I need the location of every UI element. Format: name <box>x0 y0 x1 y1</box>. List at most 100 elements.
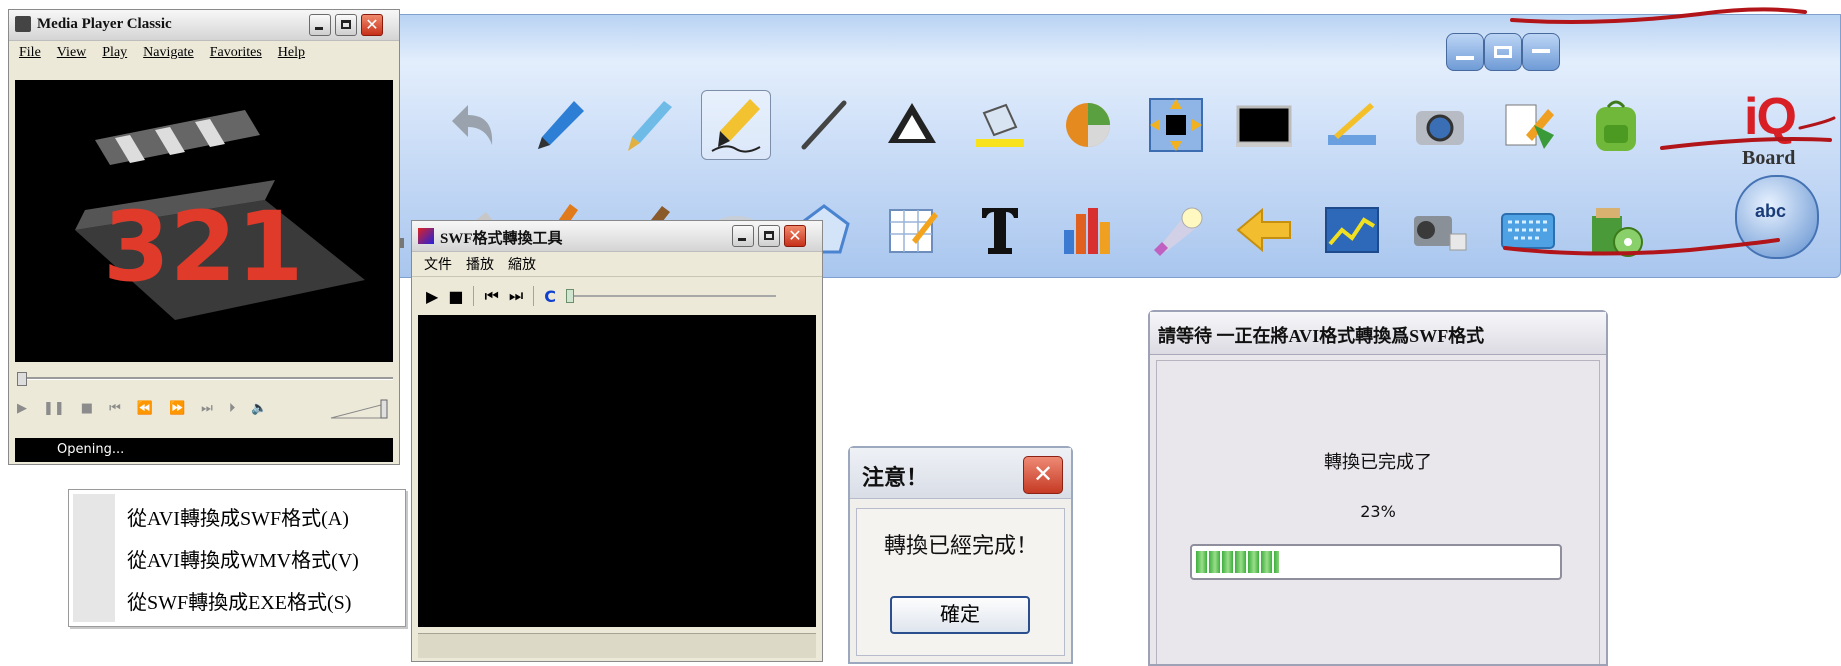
menu-item-avi-to-wmv[interactable]: 從AVI轉換成WMV格式(V) <box>127 544 359 573</box>
next-icon[interactable]: ⏭ <box>201 401 213 416</box>
progress-title: 請等待 一正在將AVI格式轉換爲SWF格式 <box>1158 326 1485 346</box>
line-icon[interactable] <box>789 90 859 160</box>
video-camera-icon[interactable] <box>1405 195 1475 265</box>
logo-iq-text: iQ <box>1744 88 1797 146</box>
triangle-icon[interactable] <box>877 90 947 160</box>
menu-icon-gutter <box>73 494 115 622</box>
mpc-logo-image: 321 <box>75 110 365 320</box>
mpc-menu-help[interactable]: Help <box>278 45 305 61</box>
swf-converter-window: SWF格式轉換工具 ✕ 文件 播放 縮放 ▶ ■ ⏮ ⏭ C <box>411 220 823 662</box>
rewind-icon[interactable]: ⏪ <box>137 401 153 416</box>
media-disc-icon[interactable] <box>1581 195 1651 265</box>
swf-menu-zoom[interactable]: 縮放 <box>508 254 536 274</box>
toolbar-row-1 <box>391 75 1669 175</box>
toolbar-restore-button[interactable] <box>1484 33 1522 71</box>
progress-dialog: 請等待 一正在將AVI格式轉換爲SWF格式 轉換已完成了 23% <box>1148 310 1608 666</box>
mpc-menu-file[interactable]: File <box>19 45 41 61</box>
spotlight-icon[interactable] <box>1141 195 1211 265</box>
next-icon[interactable]: ⏭ <box>509 286 523 306</box>
back-arrow-icon[interactable] <box>1229 195 1299 265</box>
stop-icon[interactable]: ■ <box>448 287 463 306</box>
swf-title-bar[interactable]: SWF格式轉換工具 ✕ <box>412 221 822 252</box>
fast-forward-icon[interactable]: ⏩ <box>169 401 185 416</box>
progress-bar <box>1190 544 1562 580</box>
swf-minimize-button[interactable] <box>732 225 754 247</box>
mpc-status-bar: Opening... <box>15 438 393 462</box>
undo-icon[interactable] <box>437 90 507 160</box>
mpc-title-bar[interactable]: Media Player Classic ✕ <box>9 10 399 41</box>
backpack-icon[interactable] <box>1581 90 1651 160</box>
frame-step-icon[interactable]: ⏵ <box>229 401 236 416</box>
text-tool-icon[interactable] <box>965 195 1035 265</box>
progress-bar-fill <box>1196 551 1279 573</box>
toolbar-close-button[interactable] <box>1522 33 1560 71</box>
toolbar-minimize-button[interactable] <box>1446 33 1484 71</box>
bar-chart-icon[interactable] <box>1053 195 1123 265</box>
logo-board-text: Board <box>1742 147 1796 169</box>
swf-maximize-button[interactable] <box>758 225 780 247</box>
mpc-close-button[interactable]: ✕ <box>361 14 383 36</box>
brush-pen-icon[interactable] <box>613 90 683 160</box>
play-icon[interactable]: ▶ <box>17 401 27 416</box>
swf-slider-thumb[interactable] <box>566 289 574 303</box>
pause-icon[interactable]: ❚❚ <box>43 401 65 416</box>
media-player-classic-window: Media Player Classic ✕ File View Play Na… <box>8 9 400 465</box>
mpc-menu-navigate[interactable]: Navigate <box>143 45 194 61</box>
notice-message: 轉換已經完成！ <box>884 534 1039 559</box>
camera-icon[interactable] <box>1405 90 1475 160</box>
menu-item-avi-to-swf[interactable]: 從AVI轉換成SWF格式(A) <box>127 502 349 531</box>
paint-bucket-icon[interactable] <box>965 90 1035 160</box>
mpc-seek-bar[interactable] <box>17 372 393 386</box>
iq-board-logo: iQ Board <box>1736 87 1826 177</box>
mpc-maximize-button[interactable] <box>335 14 357 36</box>
swf-position-slider[interactable] <box>566 289 776 303</box>
ruler-edit-icon[interactable] <box>1317 90 1387 160</box>
notice-ok-button[interactable]: 確定 <box>890 596 1030 634</box>
mpc-menu-view[interactable]: View <box>57 45 86 61</box>
abc-label: abc <box>1755 201 1787 221</box>
line-graph-icon[interactable] <box>1317 195 1387 265</box>
screen-black-icon[interactable] <box>1229 90 1299 160</box>
swf-close-button[interactable]: ✕ <box>784 225 806 247</box>
mpc-title: Media Player Classic <box>37 16 172 32</box>
progress-title-bar[interactable]: 請等待 一正在將AVI格式轉換爲SWF格式 <box>1150 312 1606 355</box>
convert-context-menu: 從AVI轉換成SWF格式(A) 從AVI轉換成WMV格式(V) 從SWF轉換成E… <box>68 489 406 627</box>
previous-icon[interactable]: ⏮ <box>109 401 121 416</box>
reload-icon[interactable]: C <box>544 287 556 306</box>
mpc-seek-thumb[interactable] <box>17 372 27 386</box>
document-pen-icon[interactable] <box>1493 90 1563 160</box>
previous-icon[interactable]: ⏮ <box>484 286 498 306</box>
swf-status-bar <box>418 633 816 658</box>
play-icon[interactable]: ▶ <box>426 287 438 306</box>
mpc-volume-slider[interactable] <box>329 398 389 420</box>
notice-close-button[interactable]: ✕ <box>1023 456 1063 494</box>
swf-menu-bar: 文件 播放 縮放 <box>412 252 822 277</box>
swf-preview-area[interactable] <box>418 315 816 627</box>
mpc-menu-play[interactable]: Play <box>102 45 127 61</box>
notice-title: 注意！ <box>862 466 929 491</box>
speaker-icon[interactable]: 🔈 <box>251 401 267 416</box>
abc-text-recognition-button[interactable]: abc <box>1735 175 1819 259</box>
mpc-minimize-button[interactable] <box>309 14 331 36</box>
note-edit-icon[interactable] <box>877 195 947 265</box>
swf-menu-file[interactable]: 文件 <box>424 254 452 274</box>
progress-percent: 23% <box>1360 502 1396 521</box>
mpc-video-area[interactable]: 321 <box>15 80 393 362</box>
highlighter-icon[interactable] <box>701 90 771 160</box>
mpc-menu-favorites[interactable]: Favorites <box>210 45 262 61</box>
pie-chart-icon[interactable] <box>1053 90 1123 160</box>
pen-icon[interactable] <box>525 90 595 160</box>
swf-title: SWF格式轉換工具 <box>440 231 563 247</box>
notice-dialog: 注意！ ✕ 轉換已經完成！ 確定 <box>848 446 1073 664</box>
swf-app-icon <box>418 228 434 244</box>
notice-title-bar[interactable]: 注意！ ✕ <box>850 448 1071 499</box>
stop-icon[interactable]: ■ <box>81 401 93 416</box>
menu-item-swf-to-exe[interactable]: 從SWF轉換成EXE格式(S) <box>127 586 351 615</box>
mpc-status-text: Opening... <box>57 442 125 457</box>
swf-menu-play[interactable]: 播放 <box>466 254 494 274</box>
screen-area-icon[interactable] <box>1141 90 1211 160</box>
svg-text:321: 321 <box>103 191 303 303</box>
keyboard-icon[interactable] <box>1493 195 1563 265</box>
progress-message: 轉換已完成了 <box>1324 452 1432 473</box>
mpc-controls: ▶ ❚❚ ■ ⏮ ⏪ ⏩ ⏭ ⏵ 🔈 <box>17 398 268 418</box>
